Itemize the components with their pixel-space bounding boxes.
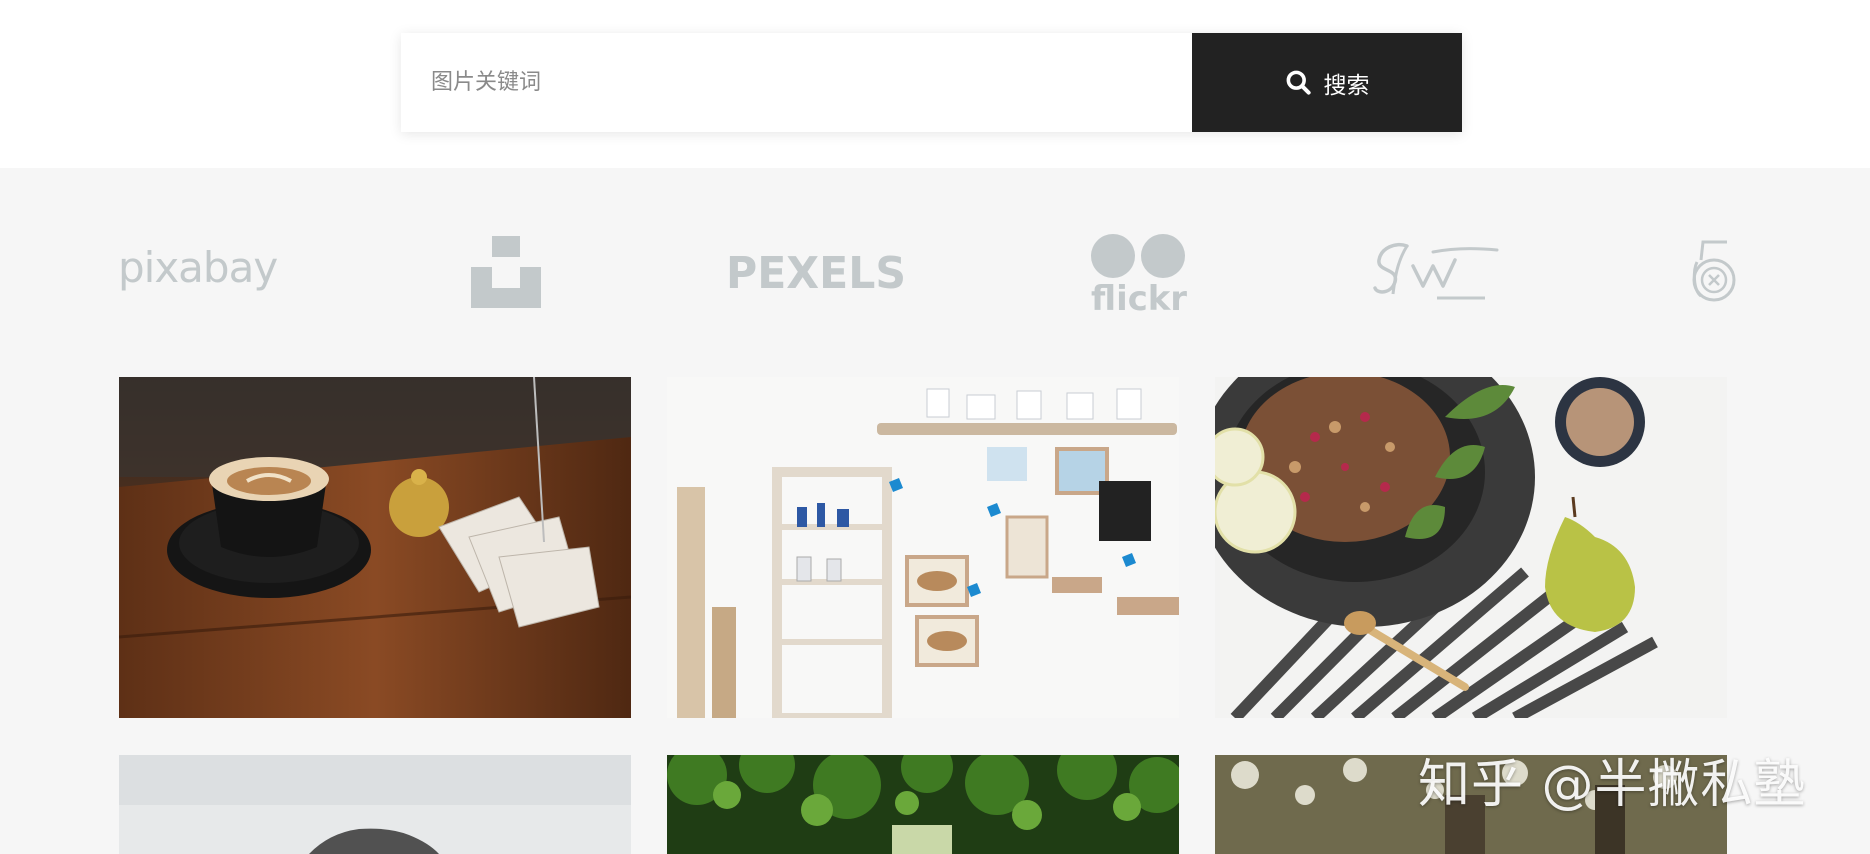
unsplash-logo[interactable]: [471, 236, 541, 308]
search-button[interactable]: 搜索: [1192, 33, 1462, 132]
pixabay-logo[interactable]: pixabay: [118, 248, 288, 298]
flickr-logo[interactable]: flickr: [1091, 232, 1187, 312]
stocksnap-logo[interactable]: [1373, 238, 1499, 306]
granola-pear-breakfast-photo[interactable]: [1215, 377, 1727, 718]
knit-beanie-person-photo[interactable]: [119, 755, 631, 854]
search-bar: 搜索: [401, 33, 1462, 132]
search-icon: [1286, 70, 1311, 95]
watermark: 知乎 @半撇私塾: [1418, 755, 1807, 815]
driftwood-shelf-decor-photo[interactable]: [667, 377, 1179, 718]
pexels-logo-text: PEXELS: [726, 248, 906, 298]
pixabay-logo-text: pixabay: [118, 248, 277, 292]
latte-coffee-photo[interactable]: [119, 377, 631, 718]
search-input[interactable]: [401, 33, 1192, 132]
500px-logo[interactable]: [1689, 238, 1739, 304]
search-button-label: 搜索: [1323, 72, 1370, 99]
search-header: 搜索: [0, 0, 1870, 168]
forest-canopy-path-photo[interactable]: [667, 755, 1179, 854]
flickr-logo-text: flickr: [1091, 279, 1187, 312]
pexels-logo[interactable]: PEXELS: [726, 246, 906, 298]
